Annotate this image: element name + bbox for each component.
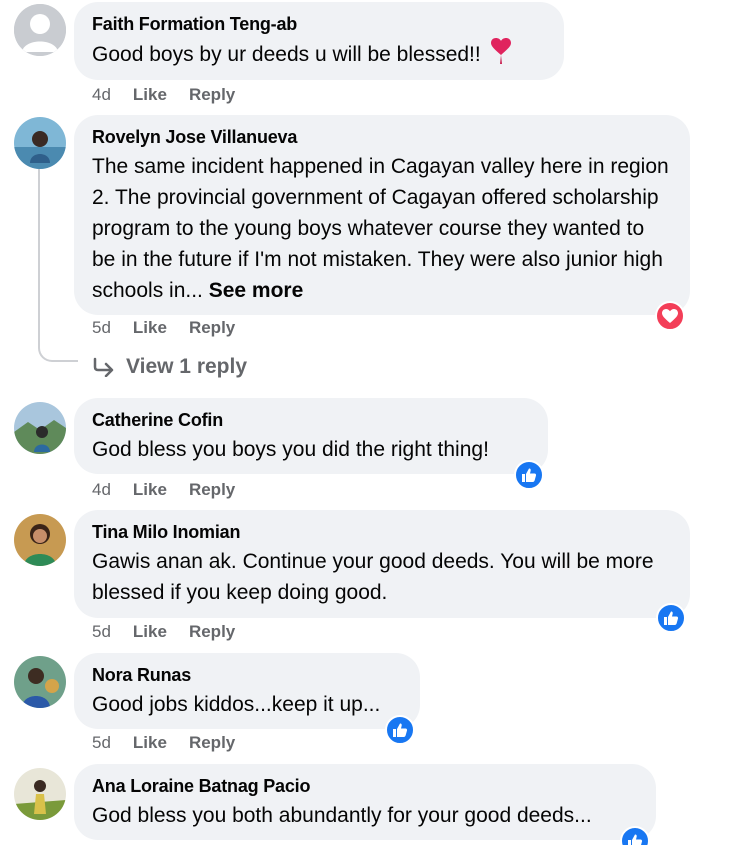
see-more-link[interactable]: See more: [209, 279, 304, 302]
like-link[interactable]: Like: [133, 733, 167, 753]
love-reaction-badge[interactable]: [655, 301, 685, 331]
reply-arrow-icon: [93, 357, 114, 377]
comment-age[interactable]: 4d: [92, 85, 111, 105]
comment-text: God bless you both abundantly for your g…: [92, 804, 592, 827]
thumbs-up-icon: [664, 611, 679, 625]
reply-link[interactable]: Reply: [189, 480, 235, 500]
comment-text: The same incident happened in Cagayan va…: [92, 151, 672, 306]
like-reaction-badge[interactable]: [514, 460, 544, 490]
comment-text: Good boys by ur deeds u will be blessed!…: [92, 38, 546, 73]
comment-text-body: Good boys by ur deeds u will be blessed!…: [92, 43, 487, 67]
comment-author[interactable]: Ana Loraine Batnag Pacio: [92, 774, 638, 798]
person-photo-avatar-icon: [14, 117, 66, 169]
comment-bubble: Ana Loraine Batnag Pacio God bless you b…: [74, 764, 656, 840]
comment-author[interactable]: Catherine Cofin: [92, 408, 530, 432]
default-person-avatar-icon: [14, 4, 66, 56]
comment-author[interactable]: Tina Milo Inomian: [92, 520, 672, 544]
comment-bubble: Nora Runas Good jobs kiddos...keep it up…: [74, 653, 420, 729]
like-link[interactable]: Like: [133, 622, 167, 642]
avatar[interactable]: [14, 514, 66, 566]
comment-author[interactable]: Faith Formation Teng-ab: [92, 12, 546, 36]
thumbs-up-icon: [393, 723, 408, 737]
like-link[interactable]: Like: [133, 480, 167, 500]
avatar[interactable]: [14, 768, 66, 820]
reply-link[interactable]: Reply: [189, 318, 235, 338]
comment-age[interactable]: 5d: [92, 733, 111, 753]
comment-author[interactable]: Nora Runas: [92, 663, 402, 687]
reply-link[interactable]: Reply: [189, 733, 235, 753]
comment-age[interactable]: 5d: [92, 622, 111, 642]
person-photo-avatar-icon: [14, 656, 66, 708]
comment-text: Gawis anan ak. Continue your good deeds.…: [92, 550, 654, 604]
like-link[interactable]: Like: [133, 318, 167, 338]
avatar[interactable]: [14, 4, 66, 56]
comment-text: God bless you boys you did the right thi…: [92, 438, 489, 461]
comment-author[interactable]: Rovelyn Jose Villanueva: [92, 125, 672, 149]
avatar[interactable]: [14, 117, 66, 169]
comment-bubble: Faith Formation Teng-ab Good boys by ur …: [74, 2, 564, 80]
view-replies-button[interactable]: View 1 reply: [92, 355, 247, 379]
person-photo-avatar-icon: [14, 768, 66, 820]
comment-bubble: Rovelyn Jose Villanueva The same inciden…: [74, 115, 690, 315]
person-photo-avatar-icon: [14, 402, 66, 454]
like-link[interactable]: Like: [133, 85, 167, 105]
heart-icon: [662, 309, 678, 323]
comment-bubble: Catherine Cofin God bless you boys you d…: [74, 398, 548, 474]
like-reaction-badge[interactable]: [385, 715, 415, 745]
comment-meta: 5d Like Reply: [92, 622, 235, 642]
comment-meta: 5d Like Reply: [92, 318, 235, 338]
person-photo-avatar-icon: [14, 514, 66, 566]
comment-age[interactable]: 5d: [92, 318, 111, 338]
comment-text: Good jobs kiddos...keep it up...: [92, 693, 381, 716]
avatar[interactable]: [14, 656, 66, 708]
thumbs-up-icon: [628, 834, 643, 845]
comment-meta: 5d Like Reply: [92, 733, 235, 753]
view-replies-label: View 1 reply: [126, 355, 248, 378]
reply-thread-line: [38, 168, 40, 346]
avatar[interactable]: [14, 402, 66, 454]
thumbs-up-icon: [522, 468, 537, 482]
comment-bubble: Tina Milo Inomian Gawis anan ak. Continu…: [74, 510, 690, 618]
comment-text-body: The same incident happened in Cagayan va…: [92, 155, 669, 302]
comment-age[interactable]: 4d: [92, 480, 111, 500]
heart-emoji-icon: [490, 38, 511, 73]
reply-thread-curve: [38, 346, 78, 362]
comment-meta: 4d Like Reply: [92, 85, 235, 105]
reply-link[interactable]: Reply: [189, 85, 235, 105]
like-reaction-badge[interactable]: [656, 603, 686, 633]
reply-link[interactable]: Reply: [189, 622, 235, 642]
comment-meta: 4d Like Reply: [92, 480, 235, 500]
